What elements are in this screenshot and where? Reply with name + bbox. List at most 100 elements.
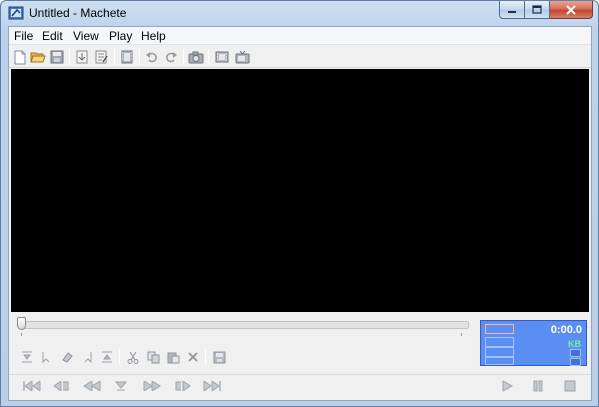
size-unit-label: KB <box>568 339 581 349</box>
paste-button[interactable] <box>165 349 181 365</box>
mark-in-button[interactable] <box>19 349 35 365</box>
menu-play[interactable]: Play <box>109 29 132 43</box>
cut-button[interactable] <box>125 349 141 365</box>
frame-icon <box>215 51 229 63</box>
frame-button[interactable] <box>214 49 230 65</box>
seek-track[interactable] <box>19 321 469 329</box>
mark-out-icon <box>102 351 112 363</box>
position-display: 0:00.0 KB <box>480 320 587 366</box>
paste-icon <box>167 352 179 363</box>
title-bar[interactable]: Untitled - Machete <box>1 1 598 27</box>
skip-to-end-button[interactable] <box>201 378 223 394</box>
toolbar-separator <box>119 349 120 365</box>
mark-cursor-button[interactable] <box>39 349 55 365</box>
rewind-button[interactable] <box>81 378 103 394</box>
tv-icon <box>235 50 249 64</box>
seek-thumb[interactable] <box>17 317 26 330</box>
stop-button[interactable] <box>562 378 578 394</box>
client-area: File Edit View Play Help 0:00.0 KB <box>8 26 592 401</box>
video-preview <box>11 69 589 312</box>
delete-button[interactable] <box>185 349 201 365</box>
copy-button[interactable] <box>145 349 161 365</box>
main-toolbar <box>9 46 591 68</box>
edit-toolbar <box>9 347 479 367</box>
save-icon <box>50 50 64 64</box>
pause-icon <box>533 380 543 392</box>
redo-icon <box>166 52 177 63</box>
new-file-button[interactable] <box>12 49 28 65</box>
film-button[interactable] <box>119 49 135 65</box>
mark-cursor-icon <box>42 352 50 363</box>
skip-to-start-button[interactable] <box>21 378 43 394</box>
window-controls <box>499 1 593 20</box>
new-file-icon <box>14 50 26 64</box>
mark-end-button[interactable] <box>79 349 95 365</box>
minimize-button[interactable] <box>499 1 525 19</box>
menu-file[interactable]: File <box>14 29 33 43</box>
properties-icon <box>95 50 108 64</box>
rewind-icon <box>83 381 101 391</box>
eraser-icon <box>62 352 73 363</box>
undo-button[interactable] <box>144 49 160 65</box>
preview-button[interactable] <box>234 49 250 65</box>
fast-forward-button[interactable] <box>141 378 163 394</box>
menu-bar: File Edit View Play Help <box>9 27 591 45</box>
eraser-button[interactable] <box>59 349 75 365</box>
seek-start-tick <box>21 333 22 336</box>
go-to-cursor-icon <box>115 381 127 391</box>
toolbar-separator <box>205 349 206 365</box>
copy-icon <box>147 351 159 363</box>
redo-button[interactable] <box>163 49 179 65</box>
save-selection-button[interactable] <box>211 349 227 365</box>
display-cell <box>485 347 514 357</box>
toolbar-separator <box>114 49 115 65</box>
stop-icon <box>564 380 576 392</box>
open-button[interactable] <box>30 49 46 65</box>
display-cell <box>485 324 514 334</box>
close-icon <box>566 4 576 15</box>
play-icon <box>502 380 513 392</box>
window-title: Untitled - Machete <box>29 6 127 20</box>
skip-to-end-icon <box>203 381 221 391</box>
mark-end-icon <box>84 352 92 363</box>
save-selection-icon <box>213 351 225 363</box>
volume-indicator <box>570 358 581 366</box>
film-icon <box>121 50 133 64</box>
pause-button[interactable] <box>530 378 546 394</box>
import-icon <box>76 50 88 64</box>
open-folder-icon <box>30 52 46 63</box>
previous-mark-button[interactable] <box>51 378 71 394</box>
properties-button[interactable] <box>93 49 109 65</box>
time-readout: 0:00.0 <box>550 324 582 336</box>
snapshot-button[interactable] <box>188 49 204 65</box>
menu-edit[interactable]: Edit <box>42 29 63 43</box>
maximize-button[interactable] <box>525 1 550 19</box>
menu-view[interactable]: View <box>73 29 99 43</box>
mark-out-button[interactable] <box>99 349 115 365</box>
display-cell <box>485 357 514 365</box>
transport-bar <box>9 374 591 396</box>
display-cell <box>485 337 514 347</box>
seek-bar[interactable] <box>9 314 479 336</box>
toolbar-separator <box>139 49 140 65</box>
toolbar-separator <box>183 49 184 65</box>
skip-to-start-icon <box>23 381 41 391</box>
import-button[interactable] <box>74 49 90 65</box>
menu-help[interactable]: Help <box>141 29 166 43</box>
toolbar-separator <box>69 49 70 65</box>
undo-icon <box>146 52 157 63</box>
next-mark-button[interactable] <box>173 378 193 394</box>
close-button[interactable] <box>550 1 593 19</box>
play-button[interactable] <box>499 378 515 394</box>
save-button[interactable] <box>49 49 65 65</box>
toolbar-separator <box>208 49 209 65</box>
display-indicator <box>570 349 581 357</box>
camera-icon <box>188 51 204 64</box>
go-to-cursor-button[interactable] <box>113 378 129 394</box>
previous-mark-icon <box>53 381 69 391</box>
app-icon <box>8 6 24 20</box>
cut-icon <box>127 351 139 364</box>
mark-in-icon <box>22 351 32 363</box>
minimize-icon <box>508 10 516 13</box>
fast-forward-icon <box>143 381 161 391</box>
